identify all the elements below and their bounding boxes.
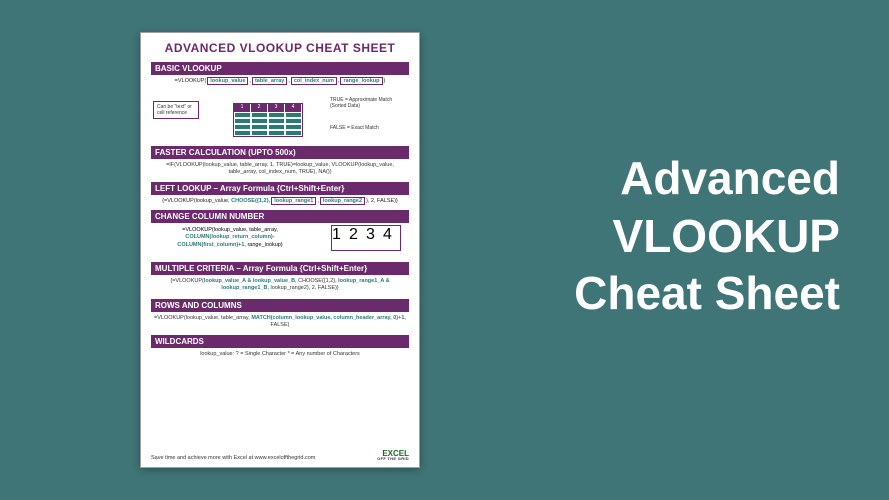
basic-formula: =VLOOKUP(lookup_value,table_array,col_in… [151,77,409,85]
section-bar-change: CHANGE COLUMN NUMBER [151,210,409,223]
basic-diagram: Can be "text" or cell reference 1 2 3 4 … [151,89,409,143]
faster-body: =IF(VLOOKUP(lookup_value, table_array, 1… [151,159,409,179]
sheet-title: ADVANCED VLOOKUP CHEAT SHEET [151,41,409,55]
wild-body: lookup_value: ? = Single Character * = A… [151,348,409,361]
excel-logo: EXCEL OFF THE GRID [377,450,409,461]
rows-body: =VLOOKUP(lookup_value, table_array, MATC… [151,312,409,332]
change-col-body: =VLOOKUP(lookup_value, table_array, COLU… [151,223,409,259]
multi-body: {=VLOOKUP(lookup_value_A & lookup_value_… [151,275,409,295]
page-headline: Advanced VLOOKUP Cheat Sheet [520,150,840,323]
headline-line-2: VLOOKUP [520,208,840,266]
headline-line-1: Advanced [520,150,840,208]
section-bar-wild: WILDCARDS [151,335,409,348]
note-false-match: FALSE = Exact Match [327,123,407,133]
section-bar-multi: MULTIPLE CRITERIA – Array Formula {Ctrl+… [151,262,409,275]
section-bar-rows: ROWS AND COLUMNS [151,299,409,312]
headline-line-3: Cheat Sheet [520,265,840,323]
sheet-footer: Save time and achieve more with Excel at… [151,446,409,461]
table-array-illustration: 1 2 3 4 [233,103,303,137]
change-col-table: 1 2 3 4 [331,225,401,251]
section-bar-basic: BASIC VLOOKUP [151,62,409,75]
footer-text: Save time and achieve more with Excel at… [151,455,315,461]
cheat-sheet-document: ADVANCED VLOOKUP CHEAT SHEET BASIC VLOOK… [140,32,420,468]
section-bar-faster: FASTER CALCULATION (UPTO 500x) [151,146,409,159]
left-formula: {=VLOOKUP(lookup_value, CHOOSE({1,2},loo… [151,197,409,205]
note-text-or-ref: Can be "text" or cell reference [153,101,199,119]
section-bar-left: LEFT LOOKUP – Array Formula {Ctrl+Shift+… [151,182,409,195]
note-true-match: TRUE = Approximate Match (Sorted Data) [327,95,407,111]
